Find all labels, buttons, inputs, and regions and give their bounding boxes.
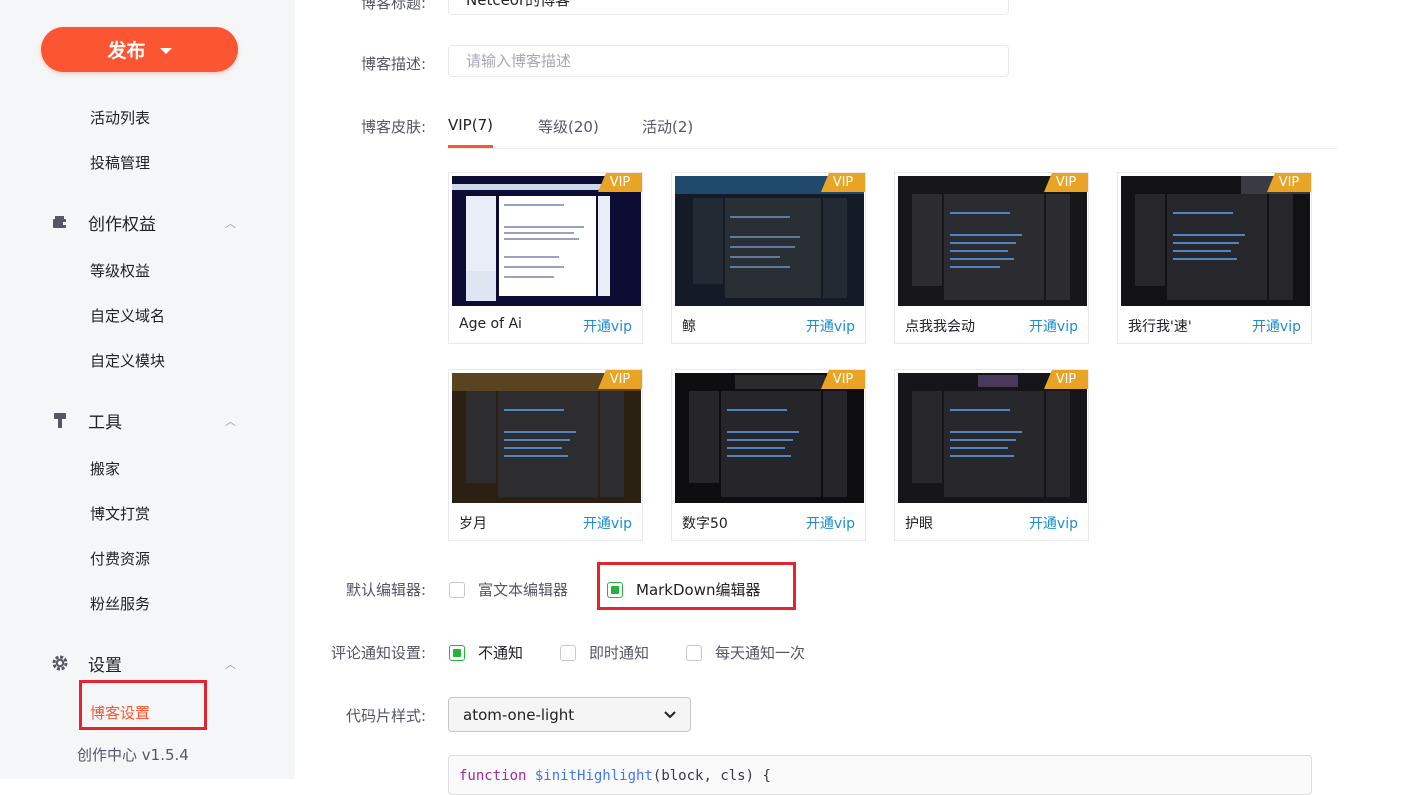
- desc-label: 博客描述:: [360, 55, 426, 73]
- sidebar-group-rights-label: 创作权益: [88, 214, 156, 235]
- open-vip-link[interactable]: 开通vip: [583, 316, 632, 336]
- skin-thumbnail: [898, 176, 1087, 306]
- skin-thumbnail: [675, 373, 864, 503]
- editor-option-richtext[interactable]: 富文本编辑器: [449, 579, 568, 600]
- skin-label: 博客皮肤:: [360, 118, 426, 136]
- sidebar-group-settings[interactable]: 设置 ︿: [50, 651, 236, 676]
- wallet-icon: [50, 212, 70, 232]
- code-args: (block, cls) {: [652, 768, 771, 784]
- sidebar-item-activity-list[interactable]: 活动列表: [90, 107, 150, 128]
- skin-thumbnail: [452, 176, 641, 306]
- skin-name: Age of Ai: [459, 316, 522, 332]
- sidebar: 发布 活动列表 投稿管理 创作权益 ︿ 等级权益 自定义域名 自定义模块 工具 …: [0, 0, 295, 779]
- skin-name: 鲸: [682, 319, 696, 335]
- sidebar-item-paid-resources[interactable]: 付费资源: [90, 548, 150, 569]
- tab-vip[interactable]: VIP(7): [448, 116, 493, 134]
- notify-option-daily[interactable]: 每天通知一次: [686, 642, 805, 663]
- open-vip-link[interactable]: 开通vip: [806, 316, 855, 336]
- blog-desc-input[interactable]: [448, 45, 1009, 77]
- code-keyword: function: [459, 768, 527, 784]
- notify-option-label: 即时通知: [589, 644, 650, 662]
- highlight-box-markdown: [597, 562, 796, 610]
- highlight-box-blog-settings: [79, 680, 207, 730]
- open-vip-link[interactable]: 开通vip: [1029, 316, 1078, 336]
- open-vip-link[interactable]: 开通vip: [1252, 316, 1301, 336]
- sidebar-item-custom-domain[interactable]: 自定义域名: [90, 305, 165, 326]
- checkbox[interactable]: [560, 644, 576, 661]
- skin-card[interactable]: VIP 数字50 开通vip: [671, 369, 866, 541]
- open-vip-link[interactable]: 开通vip: [806, 513, 855, 533]
- skin-card[interactable]: VIP 鲸 开通vip: [671, 172, 866, 344]
- blog-title-input[interactable]: [448, 0, 1009, 15]
- chevron-up-icon: ︿: [225, 217, 236, 230]
- gear-icon: [50, 653, 70, 673]
- skin-thumbnail: [452, 373, 641, 503]
- code-style-label: 代码片样式:: [345, 707, 426, 725]
- skin-name: 岁月: [459, 516, 487, 532]
- notify-option-instant[interactable]: 即时通知: [560, 642, 649, 663]
- publish-button[interactable]: 发布: [41, 27, 238, 72]
- sidebar-item-migrate[interactable]: 搬家: [90, 458, 120, 479]
- open-vip-link[interactable]: 开通vip: [1029, 513, 1078, 533]
- skin-name: 护眼: [905, 516, 933, 532]
- skin-thumbnail: [675, 176, 864, 306]
- skin-name: 数字50: [682, 516, 728, 532]
- skin-thumbnail: [898, 373, 1087, 503]
- checkbox[interactable]: [449, 581, 465, 598]
- hammer-icon: [50, 410, 70, 430]
- skin-name: 点我我会动: [905, 319, 975, 335]
- checkbox-checked[interactable]: [449, 644, 465, 661]
- code-style-value: atom-one-light: [463, 705, 575, 724]
- code-preview: function $initHighlight(block, cls) {: [448, 755, 1312, 795]
- notify-label: 评论通知设置:: [330, 644, 426, 662]
- version-label: 创作中心 v1.5.4: [77, 746, 189, 764]
- code-function-name: $initHighlight: [534, 768, 653, 784]
- skin-card[interactable]: VIP 点我我会动 开通vip: [894, 172, 1089, 344]
- skin-card[interactable]: VIP 我行我'速' 开通vip: [1117, 172, 1312, 344]
- open-vip-link[interactable]: 开通vip: [583, 513, 632, 533]
- sidebar-group-settings-label: 设置: [88, 655, 122, 676]
- caret-down-icon: [159, 47, 172, 54]
- tab-level[interactable]: 等级(20): [538, 116, 599, 137]
- editor-label: 默认编辑器:: [345, 581, 426, 599]
- sidebar-group-tools-label: 工具: [88, 412, 122, 433]
- title-label: 博客标题:: [360, 0, 426, 12]
- sidebar-item-fans-service[interactable]: 粉丝服务: [90, 593, 150, 614]
- publish-label: 发布: [107, 40, 146, 62]
- notify-option-none[interactable]: 不通知: [449, 642, 523, 663]
- skin-card[interactable]: VIP 护眼 开通vip: [894, 369, 1089, 541]
- sidebar-item-reward[interactable]: 博文打赏: [90, 503, 150, 524]
- chevron-up-icon: ︿: [225, 658, 236, 671]
- skin-name: 我行我'速': [1128, 319, 1192, 335]
- sidebar-item-custom-module[interactable]: 自定义模块: [90, 350, 165, 371]
- tab-activity[interactable]: 活动(2): [642, 116, 693, 137]
- sidebar-group-rights[interactable]: 创作权益 ︿: [50, 210, 236, 235]
- code-style-select[interactable]: atom-one-light: [448, 697, 691, 732]
- notify-option-label: 不通知: [478, 644, 524, 662]
- tab-active-indicator: [448, 145, 493, 148]
- sidebar-item-submissions[interactable]: 投稿管理: [90, 152, 150, 173]
- editor-option-label: 富文本编辑器: [478, 581, 569, 599]
- checkbox[interactable]: [686, 644, 702, 661]
- skin-card[interactable]: VIP Age of Ai 开通vip: [448, 172, 643, 344]
- chevron-up-icon: ︿: [225, 415, 236, 428]
- skin-card[interactable]: VIP 岁月 开通vip: [448, 369, 643, 541]
- skin-thumbnail: [1121, 176, 1310, 306]
- chevron-down-icon: [664, 710, 676, 718]
- skin-tabs: VIP(7) 等级(20) 活动(2): [448, 113, 1337, 149]
- sidebar-item-level-rights[interactable]: 等级权益: [90, 260, 150, 281]
- notify-option-label: 每天通知一次: [715, 644, 806, 662]
- sidebar-group-tools[interactable]: 工具 ︿: [50, 408, 236, 433]
